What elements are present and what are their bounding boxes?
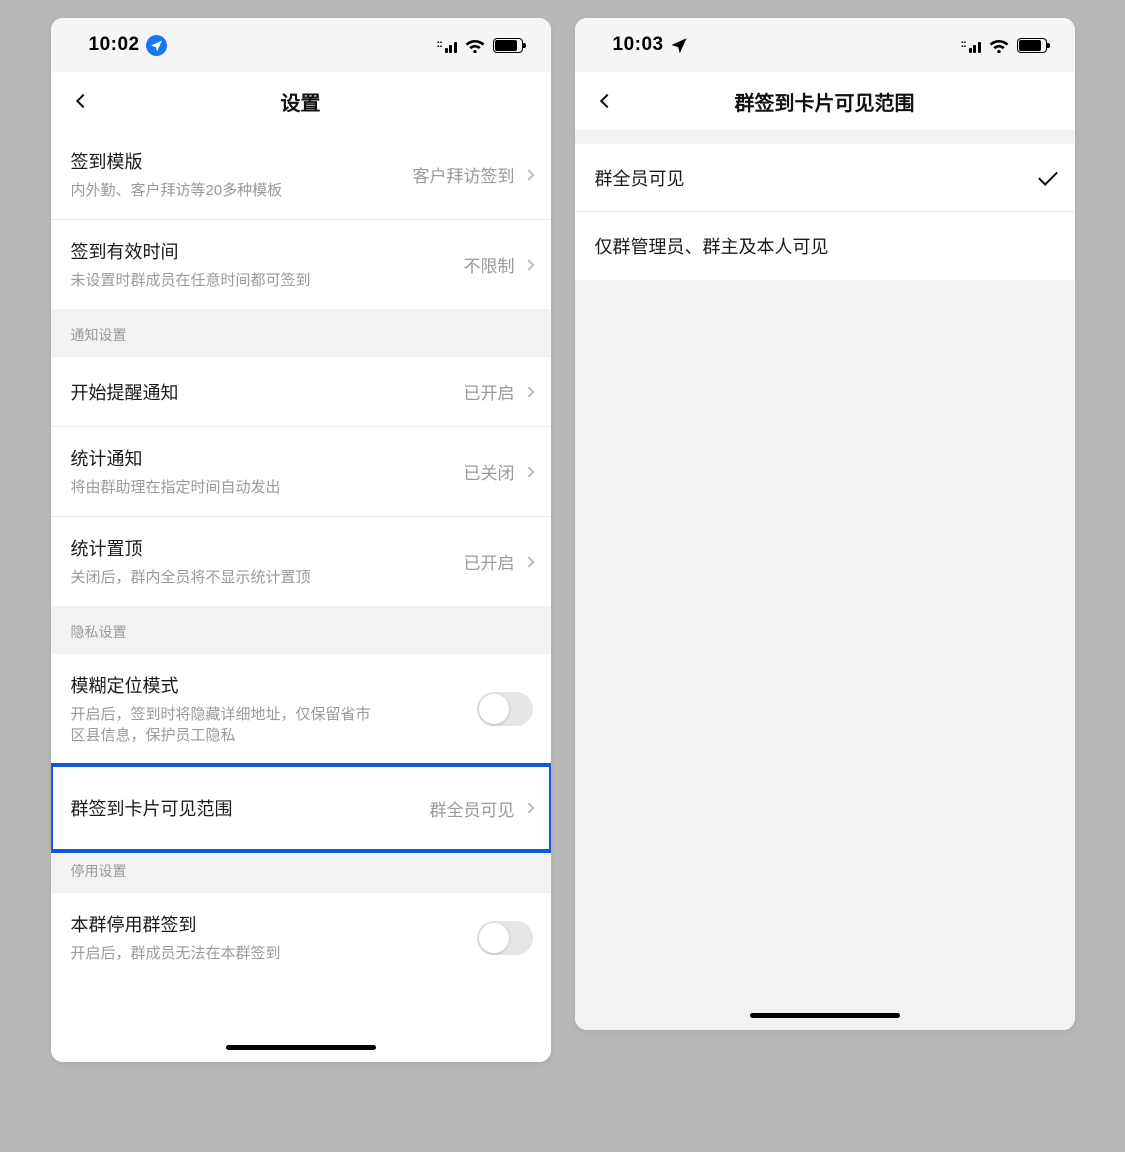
toggle-fuzzy-location[interactable]	[477, 692, 533, 726]
status-right: ::	[437, 37, 523, 53]
nav-bar: 设置	[51, 72, 551, 130]
row-value: 群全员可见	[430, 796, 515, 821]
chevron-right-icon	[523, 259, 534, 270]
status-time: 10:03	[613, 34, 664, 56]
page-title: 设置	[51, 87, 551, 116]
wifi-icon	[989, 37, 1009, 53]
row-stats-notify[interactable]: 统计通知 将由群助理在指定时间自动发出 已关闭	[51, 427, 551, 517]
status-right: ::	[961, 37, 1047, 53]
page-title: 群签到卡片可见范围	[575, 87, 1075, 116]
option-label: 群全员可见	[595, 165, 1039, 191]
chevron-left-icon	[599, 94, 613, 108]
location-icon	[670, 36, 688, 54]
chevron-right-icon	[523, 466, 534, 477]
section-header-disable: 停用设置	[51, 851, 551, 893]
toggle-disable-signin[interactable]	[477, 921, 533, 955]
row-value: 已开启	[464, 379, 515, 404]
row-title: 模糊定位模式	[71, 672, 477, 698]
row-fuzzy-location[interactable]: 模糊定位模式 开启后，签到时将隐藏详细地址，仅保留省市区县信息，保护员工隐私	[51, 654, 551, 765]
row-sub: 将由群助理在指定时间自动发出	[71, 477, 464, 498]
row-start-reminder[interactable]: 开始提醒通知 已开启	[51, 357, 551, 427]
status-time: 10:02	[89, 34, 140, 56]
row-sub: 内外勤、客户拜访等20多种模板	[71, 180, 413, 201]
row-card-visibility[interactable]: 群签到卡片可见范围 群全员可见	[51, 765, 551, 851]
row-signin-valid-time[interactable]: 签到有效时间 未设置时群成员在任意时间都可签到 不限制	[51, 220, 551, 309]
row-stats-pin[interactable]: 统计置顶 关闭后，群内全员将不显示统计置顶 已开启	[51, 517, 551, 606]
row-title: 签到模版	[71, 148, 413, 174]
battery-icon	[1017, 38, 1047, 53]
signal-icon: ::	[961, 38, 981, 53]
nav-bar: 群签到卡片可见范围	[575, 72, 1075, 130]
row-title: 统计置顶	[71, 535, 464, 561]
chevron-right-icon	[523, 386, 534, 397]
row-title: 本群停用群签到	[71, 911, 477, 937]
row-title: 开始提醒通知	[71, 379, 464, 405]
row-sub: 关闭后，群内全员将不显示统计置顶	[71, 567, 464, 588]
check-icon	[1038, 166, 1058, 186]
row-value: 已关闭	[464, 459, 515, 484]
section-header-privacy: 隐私设置	[51, 606, 551, 654]
section-header-notify: 通知设置	[51, 309, 551, 357]
list-visibility-options: 群全员可见 仅群管理员、群主及本人可见	[575, 144, 1075, 280]
status-bar: 10:02 ::	[51, 18, 551, 72]
home-indicator[interactable]	[51, 1032, 551, 1062]
row-disable-group-signin[interactable]: 本群停用群签到 开启后，群成员无法在本群签到	[51, 893, 551, 982]
row-sub: 未设置时群成员在任意时间都可签到	[71, 270, 464, 291]
row-sub: 开启后，群成员无法在本群签到	[71, 943, 477, 964]
chevron-right-icon	[523, 802, 534, 813]
battery-icon	[493, 38, 523, 53]
row-title: 统计通知	[71, 445, 464, 471]
option-admins-only[interactable]: 仅群管理员、群主及本人可见	[575, 212, 1075, 280]
phone-right: 10:03 :: 群签到卡片可见范围 群全员可见 仅群管理员、群主及本人可见	[575, 18, 1075, 1030]
list-disable: 本群停用群签到 开启后，群成员无法在本群签到	[51, 893, 551, 982]
option-all-members[interactable]: 群全员可见	[575, 144, 1075, 212]
chevron-left-icon	[75, 94, 89, 108]
signal-icon: ::	[437, 38, 457, 53]
list-notify: 开始提醒通知 已开启 统计通知 将由群助理在指定时间自动发出 已关闭 统计置顶 …	[51, 357, 551, 606]
back-button[interactable]	[69, 87, 97, 115]
settings-content: 签到模版 内外勤、客户拜访等20多种模板 客户拜访签到 签到有效时间 未设置时群…	[51, 130, 551, 1032]
location-icon	[146, 35, 167, 56]
row-title: 签到有效时间	[71, 238, 464, 264]
row-signin-template[interactable]: 签到模版 内外勤、客户拜访等20多种模板 客户拜访签到	[51, 130, 551, 220]
list-privacy: 模糊定位模式 开启后，签到时将隐藏详细地址，仅保留省市区县信息，保护员工隐私 群…	[51, 654, 551, 851]
row-title: 群签到卡片可见范围	[71, 795, 430, 821]
chevron-right-icon	[523, 169, 534, 180]
row-value: 不限制	[464, 252, 515, 277]
back-button[interactable]	[593, 87, 621, 115]
option-label: 仅群管理员、群主及本人可见	[595, 233, 1057, 259]
phone-left: 10:02 :: 设置 签到模版 内外勤、客户拜访等20多种模板	[51, 18, 551, 1062]
status-bar: 10:03 ::	[575, 18, 1075, 72]
row-value: 已开启	[464, 549, 515, 574]
row-sub: 开启后，签到时将隐藏详细地址，仅保留省市区县信息，保护员工隐私	[71, 704, 381, 746]
wifi-icon	[465, 37, 485, 53]
row-value: 客户拜访签到	[413, 162, 515, 187]
list-basic: 签到模版 内外勤、客户拜访等20多种模板 客户拜访签到 签到有效时间 未设置时群…	[51, 130, 551, 309]
home-indicator[interactable]	[575, 1000, 1075, 1030]
chevron-right-icon	[523, 556, 534, 567]
visibility-content: 群全员可见 仅群管理员、群主及本人可见	[575, 130, 1075, 1000]
